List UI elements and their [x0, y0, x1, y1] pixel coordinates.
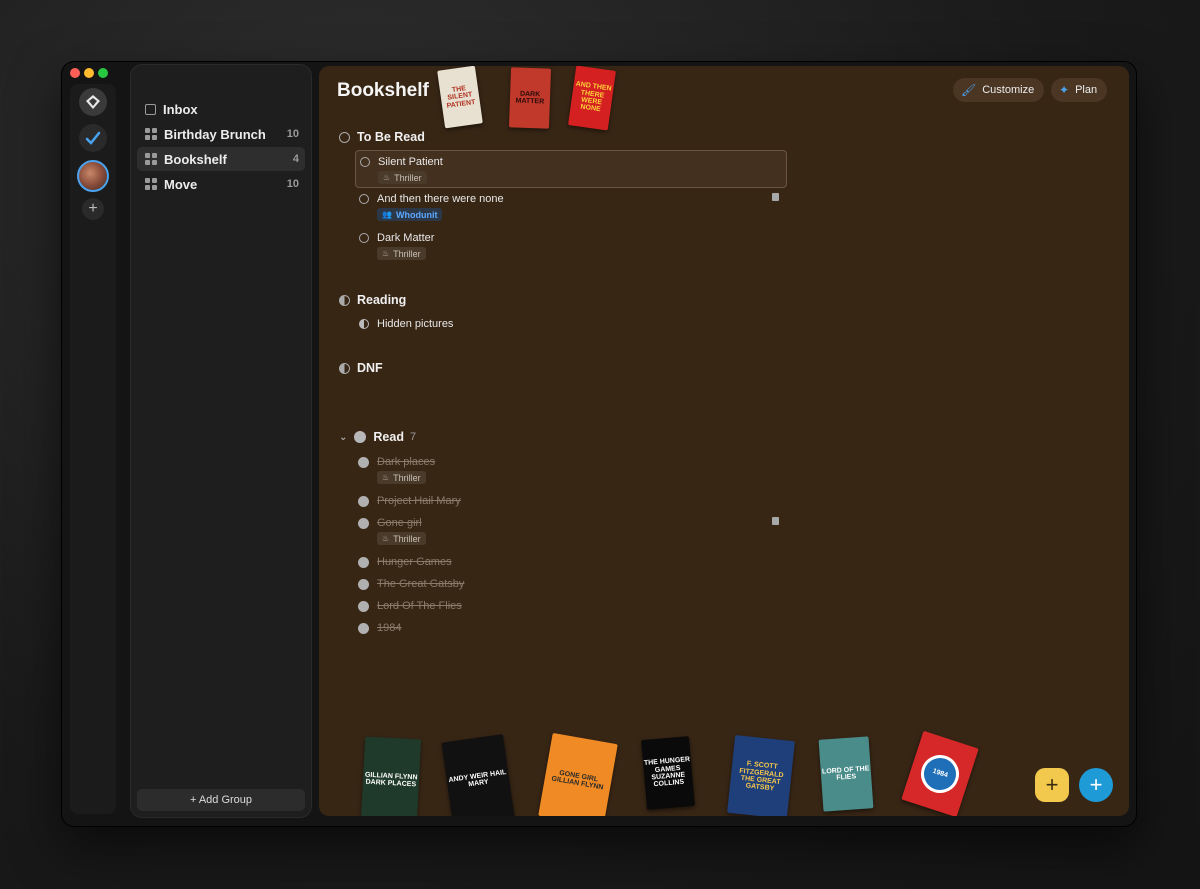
sidebar-item-count: 10 — [286, 128, 299, 140]
task-checkbox[interactable] — [360, 157, 370, 167]
sparkle-icon: ✦ — [1059, 83, 1070, 97]
customize-button[interactable]: 🖌 Customize — [953, 78, 1045, 102]
task-item[interactable]: Hidden pictures — [355, 315, 785, 333]
task-item[interactable]: Project Hail Mary — [355, 492, 785, 510]
minimize-window-button[interactable] — [84, 68, 94, 78]
window-controls — [70, 68, 108, 78]
inbox-icon — [145, 103, 156, 115]
sidebar-item-bookshelf[interactable]: Bookshelf 4 — [137, 147, 305, 171]
add-group-button[interactable]: + Add Group — [137, 789, 305, 811]
task-item[interactable]: Silent Patient ♨ Thriller — [355, 150, 787, 188]
tag-thriller[interactable]: ♨ Thriller — [378, 171, 427, 184]
sidebar-item-birthday-brunch[interactable]: Birthday Brunch 10 — [137, 122, 305, 146]
book-cover: ANDY WEIR HAIL MARY — [441, 734, 515, 816]
app-window: + Inbox Birthday Brunch 10 Bookshelf 4 M… — [62, 62, 1136, 826]
sidebar: Inbox Birthday Brunch 10 Bookshelf 4 Mov… — [130, 64, 312, 818]
task-checkbox-done[interactable] — [358, 578, 369, 590]
grid-icon — [145, 153, 157, 165]
sidebar-item-label: Bookshelf — [164, 151, 227, 167]
sidebar-item-inbox[interactable]: Inbox — [137, 97, 305, 121]
book-cover: F. SCOTT FITZGERALD THE GREAT GATSBY — [727, 735, 795, 816]
section-half-circle-icon — [339, 294, 350, 306]
chevron-down-icon[interactable]: ⌄ — [339, 432, 347, 443]
task-checkbox-done[interactable] — [358, 456, 369, 468]
avatar[interactable] — [77, 160, 109, 192]
task-checkbox-done[interactable] — [358, 556, 369, 568]
section-half-circle-icon — [339, 362, 350, 374]
flame-icon: ♨ — [382, 249, 390, 258]
task-checkbox-done[interactable] — [358, 622, 369, 634]
add-workspace-plus-icon[interactable]: + — [82, 198, 104, 220]
task-item[interactable]: And then there were none 👥 Whodunit — [355, 190, 785, 226]
note-icon[interactable] — [772, 193, 779, 201]
add-note-button[interactable]: + — [1035, 768, 1069, 802]
section-circle-icon — [339, 131, 350, 143]
book-cover: LORD OF THE FLIES — [818, 736, 874, 812]
note-icon[interactable] — [772, 517, 779, 525]
flame-icon: ♨ — [383, 173, 391, 182]
checkmark-icon[interactable] — [79, 124, 107, 152]
section-read[interactable]: ⌄ Read 7 — [339, 430, 416, 444]
book-cover: THE SILENT PATIENT — [437, 66, 483, 129]
main-panel: Bookshelf THE SILENT PATIENT DARK MATTER… — [319, 66, 1129, 816]
task-checkbox-done[interactable] — [358, 495, 369, 507]
flame-icon: ♨ — [382, 473, 390, 482]
task-item[interactable]: Hunger Games — [355, 553, 785, 571]
task-item[interactable]: 1984 — [355, 619, 785, 637]
section-filled-circle-icon — [354, 431, 367, 443]
task-checkbox-done[interactable] — [358, 517, 369, 529]
brush-icon: 🖌 — [961, 83, 977, 97]
book-cover: GONE GIRL GILLIAN FLYNN — [538, 732, 618, 816]
sidebar-item-label: Move — [164, 176, 198, 192]
task-checkbox[interactable] — [359, 319, 369, 329]
grid-icon — [145, 178, 157, 190]
book-cover: THE HUNGER GAMES SUZANNE COLLINS — [641, 736, 695, 810]
flame-icon: ♨ — [382, 534, 390, 543]
task-item[interactable]: Dark Matter ♨ Thriller — [355, 229, 785, 265]
tag-thriller[interactable]: ♨ Thriller — [377, 532, 426, 545]
people-icon: 👥 — [382, 210, 392, 219]
tag-whodunit[interactable]: 👥 Whodunit — [377, 208, 443, 221]
book-cover: 1984 — [901, 730, 979, 816]
sidebar-item-label: Inbox — [163, 101, 198, 117]
sidebar-item-move[interactable]: Move 10 — [137, 172, 305, 196]
page-title: Bookshelf — [337, 80, 429, 101]
book-cover: AND THEN THERE WERE NONE — [568, 66, 616, 131]
task-item[interactable]: The Great Gatsby — [355, 575, 785, 593]
tag-thriller[interactable]: ♨ Thriller — [377, 247, 426, 260]
grid-icon — [145, 128, 157, 140]
plan-button[interactable]: ✦ Plan — [1051, 78, 1108, 102]
sidebar-item-label: Birthday Brunch — [164, 126, 266, 142]
sidebar-item-count: 10 — [286, 178, 299, 190]
task-checkbox-done[interactable] — [358, 600, 369, 612]
book-cover: GILLIAN FLYNN DARK PLACES — [360, 736, 422, 816]
task-item[interactable]: Lord Of The Flies — [355, 597, 785, 615]
task-checkbox[interactable] — [359, 233, 369, 243]
sidebar-item-count: 4 — [292, 153, 299, 165]
maximize-window-button[interactable] — [98, 68, 108, 78]
section-dnf[interactable]: DNF — [339, 361, 383, 375]
book-cover: DARK MATTER — [508, 67, 552, 129]
add-task-button[interactable]: + — [1079, 768, 1113, 802]
section-to-be-read[interactable]: To Be Read — [339, 130, 425, 144]
section-reading[interactable]: Reading — [339, 293, 406, 307]
close-window-button[interactable] — [70, 68, 80, 78]
tag-thriller[interactable]: ♨ Thriller — [377, 471, 426, 484]
section-count: 7 — [409, 431, 417, 443]
task-item[interactable]: Dark places ♨ Thriller — [355, 453, 785, 487]
workspace-rail: + — [70, 84, 116, 814]
app-logo-icon[interactable] — [79, 88, 107, 116]
task-checkbox[interactable] — [359, 194, 369, 204]
task-item[interactable]: Gone girl ♨ Thriller — [355, 514, 785, 548]
